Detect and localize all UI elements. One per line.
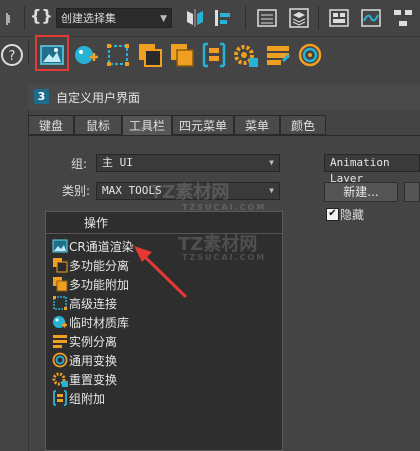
help-icon[interactable]: ? bbox=[0, 41, 28, 69]
dialog-title: 自定义用户界面 bbox=[56, 91, 141, 105]
braces-icon[interactable]: {} bbox=[30, 6, 53, 25]
list-item[interactable]: 临时材质库 bbox=[52, 313, 272, 332]
chevron-down-icon: ▼ bbox=[269, 158, 274, 167]
schematic-view-icon[interactable] bbox=[392, 7, 414, 29]
reset-transform-icon bbox=[52, 372, 68, 387]
action-label: 重置变换 bbox=[69, 373, 118, 387]
mirror-icon[interactable] bbox=[184, 7, 206, 29]
list-item[interactable]: 组附加 bbox=[52, 389, 272, 408]
app-logo-icon: 3 bbox=[34, 89, 49, 104]
attach-icon[interactable] bbox=[168, 41, 196, 69]
attach-icon bbox=[53, 277, 68, 292]
tab-keyboard[interactable]: 键盘 bbox=[28, 115, 74, 135]
action-label: CR通道渲染 bbox=[69, 240, 134, 254]
selection-set-label: 创建选择集 bbox=[61, 12, 116, 25]
instance-detach-icon[interactable] bbox=[264, 41, 292, 69]
select-region-icon[interactable] bbox=[104, 41, 132, 69]
detach-icon bbox=[53, 258, 68, 273]
group-label: 组: bbox=[71, 157, 88, 171]
main-toolbar: {} 创建选择集 ▼ bbox=[0, 0, 420, 37]
list-item[interactable]: 通用变换 bbox=[52, 351, 272, 370]
toolbar-dropdown[interactable]: Animation Layer bbox=[324, 154, 420, 185]
universal-transform-icon bbox=[52, 352, 68, 368]
svg-text:?: ? bbox=[9, 49, 16, 64]
tab-toolbars[interactable]: 工具栏 bbox=[122, 115, 172, 135]
detach-icon[interactable] bbox=[136, 41, 164, 69]
dialog-titlebar: 3 自定义用户界面 bbox=[28, 84, 420, 110]
render-channel-icon bbox=[52, 239, 68, 253]
add-material-icon[interactable] bbox=[72, 41, 100, 69]
toggle-ribbon-icon[interactable] bbox=[328, 7, 350, 29]
instance-detach-icon bbox=[53, 335, 67, 348]
highlight-box bbox=[35, 35, 69, 71]
annotation-arrow bbox=[134, 246, 188, 299]
curve-editor-icon[interactable] bbox=[360, 7, 382, 29]
watermark-logo: TZ素材网 bbox=[150, 178, 229, 204]
action-label: 多功能分离 bbox=[69, 259, 130, 273]
advanced-connect-icon bbox=[53, 296, 67, 310]
scene-explorer-icon[interactable] bbox=[256, 7, 278, 29]
group-attach-icon bbox=[53, 390, 67, 406]
list-item[interactable]: 重置变换 bbox=[52, 370, 272, 389]
watermark-brand: TZ素材网 bbox=[150, 182, 230, 203]
action-label: 通用变换 bbox=[69, 354, 118, 368]
action-label: 组附加 bbox=[69, 392, 106, 406]
new-toolbar-button[interactable]: 新建... bbox=[324, 182, 398, 202]
chevron-down-icon: ▼ bbox=[269, 186, 274, 195]
tab-colors[interactable]: 颜色 bbox=[280, 115, 326, 135]
action-label: 临时材质库 bbox=[69, 316, 130, 330]
category-label: 类别: bbox=[62, 184, 91, 198]
selection-set-dropdown[interactable]: 创建选择集 ▼ bbox=[56, 8, 172, 28]
group-dropdown[interactable]: 主 UI ▼ bbox=[96, 154, 280, 172]
watermark-url: TZSUCAI.COM bbox=[182, 203, 267, 212]
group-value: 主 UI bbox=[102, 156, 133, 169]
reset-transform-icon[interactable] bbox=[232, 41, 260, 69]
group-attach-icon[interactable] bbox=[200, 41, 228, 69]
action-label: 高级连接 bbox=[69, 297, 118, 311]
chevron-down-icon: ▼ bbox=[160, 14, 167, 24]
toolbar-action-button[interactable] bbox=[404, 182, 420, 202]
hide-checkbox-label: 隐藏 bbox=[340, 208, 365, 222]
tab-mouse[interactable]: 鼠标 bbox=[74, 115, 122, 135]
universal-transform-icon[interactable] bbox=[296, 41, 324, 69]
temp-material-library-icon bbox=[53, 316, 67, 328]
tab-quad-menus[interactable]: 四元菜单 bbox=[172, 115, 234, 135]
align-icon[interactable] bbox=[212, 7, 234, 29]
tab-divider bbox=[28, 135, 420, 136]
action-label: 实例分离 bbox=[69, 335, 118, 349]
list-item[interactable]: 实例分离 bbox=[52, 332, 272, 351]
tab-menus[interactable]: 菜单 bbox=[234, 115, 280, 135]
action-label: 多功能附加 bbox=[69, 278, 130, 292]
layer-explorer-icon[interactable] bbox=[288, 7, 310, 29]
undo-arrow-icon[interactable] bbox=[4, 7, 26, 29]
hide-checkbox[interactable]: ✔ bbox=[326, 208, 339, 221]
